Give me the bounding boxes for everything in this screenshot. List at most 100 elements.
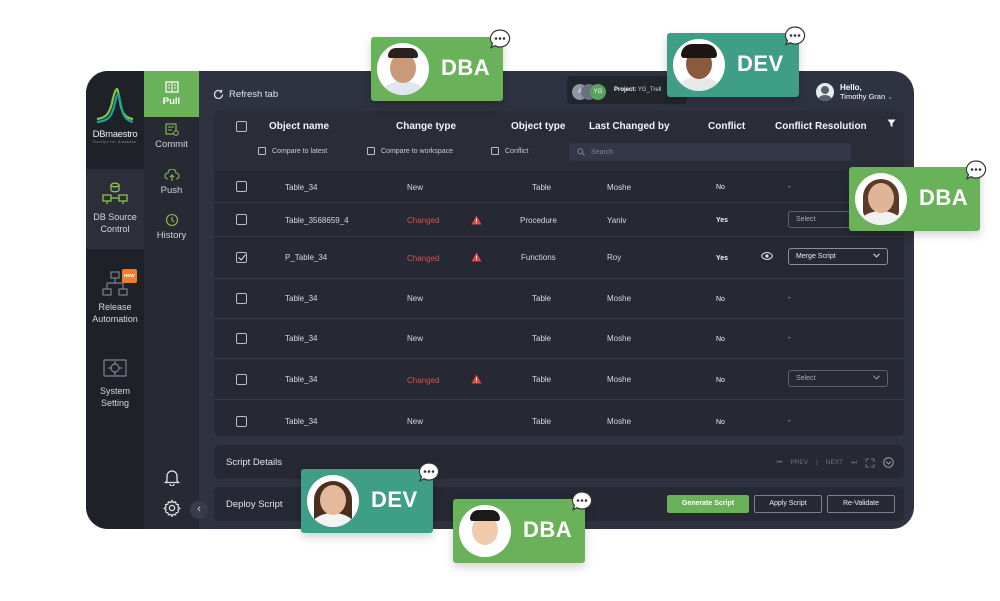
project-prefix: Project: — [614, 87, 637, 93]
resolution-select[interactable]: Select — [788, 370, 888, 387]
object-name: Table_34 — [285, 417, 318, 426]
first-page-icon[interactable]: ⏮ — [777, 459, 783, 467]
last-page-icon[interactable]: ⏭ — [851, 459, 857, 467]
row-checkbox[interactable] — [236, 252, 247, 263]
persona-card-dba: DBA — [371, 37, 503, 101]
last-changed-by: Moshe — [607, 417, 632, 426]
history-icon — [165, 213, 178, 227]
column-header[interactable]: Last Changed by — [589, 121, 670, 132]
row-checkbox[interactable] — [236, 333, 247, 344]
refresh-icon — [213, 89, 224, 100]
column-header[interactable]: Conflict Resolution — [775, 121, 867, 132]
persona-card-dba: DBA — [849, 167, 980, 231]
new-badge: NEW — [122, 269, 137, 283]
eye-icon[interactable] — [761, 252, 773, 260]
persona-role: DEV — [371, 487, 418, 512]
logo-name: DBmaestro — [92, 129, 138, 140]
row-checkbox[interactable] — [236, 416, 247, 427]
object-type: Table — [532, 183, 552, 192]
change-type: New — [407, 334, 424, 343]
select-value: Merge Script — [796, 253, 836, 260]
tab-history[interactable]: History — [144, 213, 199, 241]
rail-item-label: DB Source Control — [93, 212, 137, 234]
apply-script-button[interactable]: Apply Script — [754, 495, 822, 513]
checkbox[interactable] — [258, 147, 266, 155]
object-name: Table_34 — [285, 375, 318, 384]
resolution-value: - — [788, 182, 791, 191]
select-value: Select — [796, 216, 816, 223]
column-header[interactable]: Change type — [396, 121, 456, 132]
last-changed-by: Moshe — [607, 294, 632, 303]
settings-panel-icon — [103, 359, 127, 377]
select-all-checkbox[interactable] — [236, 121, 247, 132]
prev-button[interactable]: PREV — [790, 459, 808, 466]
rail-item-system-setting[interactable]: System Setting — [86, 355, 144, 409]
column-header[interactable]: Object name — [269, 121, 329, 132]
search-input[interactable]: Search — [569, 143, 851, 161]
change-type: Changed — [407, 254, 440, 263]
rail-item-release-automation[interactable]: NEW Release Automation — [86, 269, 144, 325]
tab-label: Push — [160, 185, 183, 196]
object-name: Table_3568659_4 — [285, 216, 349, 225]
filter-compare-latest[interactable]: Compare to latest — [258, 147, 327, 155]
user-greeting: Hello, — [840, 82, 862, 92]
resolution-value: - — [788, 416, 791, 425]
deploy-script-title: Deploy Script — [226, 499, 283, 510]
table-row[interactable]: P_Table_34 Changed Functions Roy Yes Mer… — [214, 237, 904, 279]
expand-icon[interactable] — [865, 458, 875, 468]
project-name: YG_Trell — [637, 87, 662, 93]
object-name: Table_34 — [285, 183, 318, 192]
row-checkbox[interactable] — [236, 181, 247, 192]
table-row[interactable]: Table_34 New Table Moshe No - — [214, 319, 904, 359]
user-menu[interactable]: Hello, Timothy Gran ⌄ — [816, 79, 911, 105]
divider: | — [816, 459, 818, 466]
row-checkbox[interactable] — [236, 214, 247, 225]
cloud-upload-icon — [164, 169, 179, 181]
conflict-value: No — [716, 336, 725, 343]
table-row[interactable]: Table_34 New Table Moshe No - — [214, 279, 904, 319]
user-greeting-block: Hello, Timothy Gran ⌄ — [840, 83, 893, 102]
collapse-circle-icon[interactable] — [883, 457, 894, 468]
filter-conflict[interactable]: Conflict — [491, 147, 528, 155]
table-row[interactable]: Table_34 New Table Moshe No - — [214, 400, 904, 436]
refresh-tab-button[interactable]: Refresh tab — [213, 89, 278, 100]
last-changed-by: Moshe — [607, 334, 632, 343]
generate-script-button[interactable]: Generate Script — [667, 495, 749, 513]
filter-compare-workspace[interactable]: Compare to workspace — [367, 147, 453, 155]
logo-tagline: DevOps for Database — [93, 140, 137, 144]
checkbox[interactable] — [367, 147, 375, 155]
notifications-button[interactable] — [144, 469, 199, 491]
checkbox[interactable] — [491, 147, 499, 155]
change-type: Changed — [407, 216, 440, 225]
row-checkbox[interactable] — [236, 374, 247, 385]
persona-role: DEV — [737, 51, 784, 76]
commit-icon — [164, 123, 179, 136]
table-row[interactable]: Table_34 Changed Table Moshe No Select — [214, 359, 904, 400]
bell-icon — [163, 470, 180, 487]
row-checkbox[interactable] — [236, 293, 247, 304]
user-name: Timothy Gran — [840, 91, 886, 101]
column-header[interactable]: Object type — [511, 121, 565, 132]
chat-bubble-icon — [784, 26, 806, 46]
filter-icon[interactable] — [887, 119, 896, 128]
object-type: Procedure — [520, 216, 557, 225]
collapse-sidebar-button[interactable]: ‹ — [190, 501, 208, 519]
table-header: Object name Change type Object type Last… — [214, 111, 904, 171]
resolution-select[interactable]: Merge Script — [788, 248, 888, 265]
table-row[interactable]: Table_3568659_4 Changed Procedure Yaniv … — [214, 203, 904, 237]
persona-role: DBA — [919, 185, 969, 210]
logo-mark-icon — [96, 87, 134, 124]
next-button[interactable]: NEXT — [826, 459, 843, 466]
column-header[interactable]: Conflict — [708, 121, 745, 132]
tab-pull[interactable]: Pull — [144, 71, 199, 117]
rail-item-db-source-control[interactable]: DB Source Control — [86, 169, 144, 249]
persona-photo — [673, 39, 725, 91]
revalidate-button[interactable]: Re-Validate — [827, 495, 895, 513]
object-name: P_Table_34 — [285, 253, 328, 262]
tab-commit[interactable]: Commit — [144, 123, 199, 150]
tab-label: History — [156, 230, 187, 241]
pull-icon — [164, 81, 179, 93]
tab-push[interactable]: Push — [144, 169, 199, 196]
table-row[interactable]: Table_34 New Table Moshe No - — [214, 171, 904, 203]
conflict-value: No — [716, 296, 725, 303]
